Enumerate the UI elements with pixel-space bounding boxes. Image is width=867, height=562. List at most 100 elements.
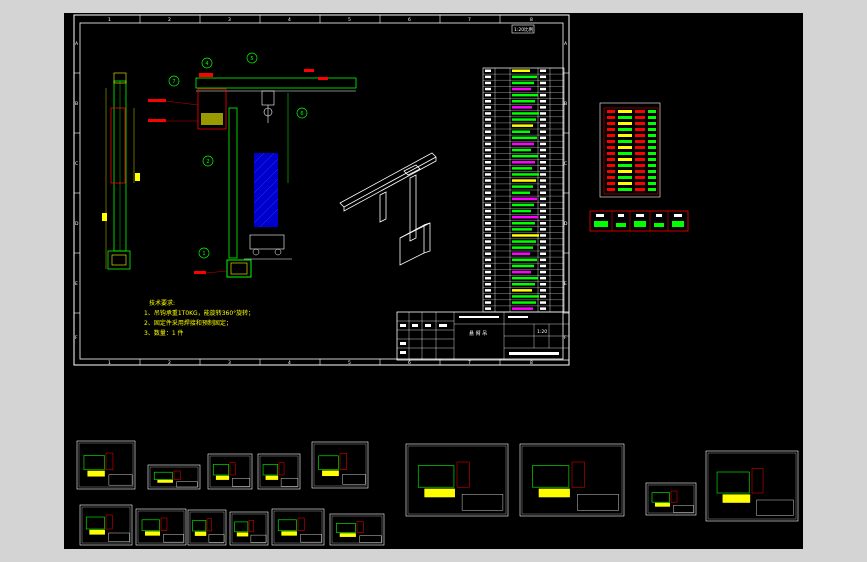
table-cell (512, 130, 530, 133)
balloon-label: 7 (172, 79, 175, 85)
thumbnail-sheet-icon[interactable] (76, 440, 136, 490)
table-cell (540, 167, 546, 170)
thumbnail-sheets[interactable] (76, 440, 799, 546)
thumbnail-sheet-icon[interactable] (519, 443, 625, 517)
border-number: 2 (168, 17, 171, 23)
table-cell (512, 283, 535, 286)
table-cell (648, 158, 656, 161)
border-letter: D (75, 221, 79, 227)
table-cell (485, 234, 491, 237)
table-cell (485, 161, 491, 164)
border-number: 7 (468, 17, 471, 23)
table-cell (607, 128, 615, 131)
table-cell (540, 154, 546, 158)
border-number: 3 (228, 360, 231, 366)
table-cell (485, 258, 491, 262)
border-letter: B (564, 101, 567, 107)
table-cell (540, 81, 546, 85)
table-cell (618, 170, 632, 173)
border-letter: C (75, 161, 78, 167)
thumbnail-sheet-icon[interactable] (271, 508, 325, 546)
table-cell (540, 148, 546, 152)
table-cell (512, 124, 533, 127)
thumbnail-sheet-icon[interactable] (187, 509, 227, 546)
table-cell (485, 276, 491, 280)
table-cell (540, 93, 546, 97)
table-cell (485, 246, 491, 249)
table-cell (635, 182, 645, 185)
table-cell (648, 188, 656, 191)
tech-req-title: 技术要求: (149, 299, 175, 307)
border-number: 4 (288, 360, 291, 366)
table-cell (648, 134, 656, 137)
thumbnail-sheet-icon[interactable] (645, 482, 697, 516)
table-cell (485, 240, 491, 243)
table-cell (485, 264, 491, 268)
table-cell (540, 179, 546, 182)
title-block[interactable]: 悬 臂 吊 1:20 (396, 311, 570, 361)
side-parts-sheet[interactable] (599, 102, 661, 198)
thumbnail-sheet-icon[interactable] (705, 450, 799, 522)
table-cell (540, 100, 546, 103)
table-cell (512, 87, 531, 91)
table-cell (512, 118, 536, 121)
table-cell (635, 128, 645, 131)
thumbnail-sheet-icon[interactable] (257, 453, 301, 490)
table-cell (607, 122, 615, 125)
symbol-strip[interactable] (589, 210, 689, 232)
thumbnail-sheet-icon[interactable] (405, 443, 509, 517)
table-cell (607, 164, 615, 167)
thumbnail-sheet-icon[interactable] (135, 508, 187, 546)
table-cell (485, 215, 491, 219)
cad-model-viewport[interactable]: 1 2 3 4 5 6 7 8 1 2 3 4 5 6 7 8 A B C D … (64, 13, 803, 549)
thumbnail-sheet-icon[interactable] (147, 464, 201, 490)
table-cell (512, 173, 539, 176)
table-cell (540, 252, 546, 255)
table-cell (648, 140, 656, 143)
table-cell (635, 152, 645, 155)
border-number: 4 (288, 17, 291, 23)
drawing-name: 悬 臂 吊 (469, 330, 487, 337)
table-cell (485, 289, 491, 292)
table-cell (512, 93, 538, 97)
table-cell (485, 154, 491, 158)
parts-list-table[interactable] (482, 67, 565, 313)
table-cell (540, 124, 546, 127)
table-cell (512, 100, 535, 103)
balloon-label: 2 (206, 159, 209, 165)
table-cell (485, 124, 491, 127)
border-number: 1 (108, 360, 111, 366)
border-letter: F (75, 335, 78, 341)
thumbnail-sheet-icon[interactable] (311, 441, 369, 489)
table-cell (485, 197, 491, 201)
table-cell (607, 170, 615, 173)
table-cell (540, 228, 546, 231)
table-cell (512, 136, 537, 140)
table-cell (540, 161, 546, 164)
table-cell (485, 185, 491, 188)
table-cell (635, 158, 645, 161)
table-cell (485, 118, 491, 121)
table-cell (485, 87, 491, 91)
table-cell (512, 270, 531, 274)
tech-req-line: 1、吊钩承重1T0KG，能旋转360°旋转； (144, 309, 254, 317)
border-number: 8 (530, 17, 533, 23)
border-number: 6 (408, 360, 411, 366)
table-cell (485, 295, 491, 298)
table-cell (635, 170, 645, 173)
table-cell (607, 176, 615, 179)
thumbnail-sheet-icon[interactable] (79, 504, 133, 546)
table-cell (485, 222, 491, 225)
thumbnail-sheet-icon[interactable] (207, 453, 253, 490)
main-drawing-sheet[interactable]: 1 2 3 4 5 6 7 8 1 2 3 4 5 6 7 8 A B C D … (73, 14, 570, 366)
balloon-label: 6 (300, 111, 303, 117)
table-cell (618, 158, 632, 161)
thumbnail-sheet-icon[interactable] (329, 513, 385, 546)
border-number: 7 (468, 360, 471, 366)
table-cell (540, 185, 546, 188)
table-cell (485, 136, 491, 140)
table-cell (512, 179, 536, 182)
thumbnail-sheet-icon[interactable] (229, 511, 269, 546)
border-letter: A (75, 41, 79, 47)
table-cell (512, 222, 535, 225)
